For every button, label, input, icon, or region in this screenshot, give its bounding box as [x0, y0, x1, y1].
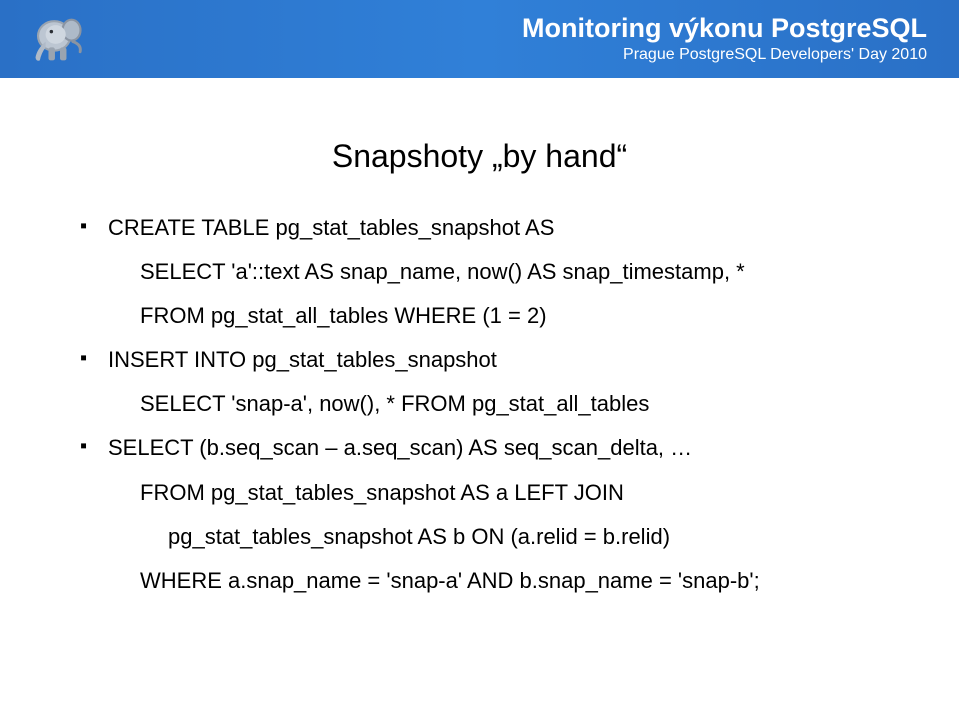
slide-title: Snapshoty „by hand“	[80, 138, 879, 175]
bullet-item: SELECT (b.seq_scan – a.seq_scan) AS seq_…	[80, 431, 879, 465]
bullet-item: CREATE TABLE pg_stat_tables_snapshot AS	[80, 211, 879, 245]
bullet-list: INSERT INTO pg_stat_tables_snapshot	[80, 343, 879, 377]
bullet-list: SELECT (b.seq_scan – a.seq_scan) AS seq_…	[80, 431, 879, 465]
sub-line: SELECT 'a'::text AS snap_name, now() AS …	[80, 255, 879, 289]
sub-line: FROM pg_stat_all_tables WHERE (1 = 2)	[80, 299, 879, 333]
bullet-text: CREATE TABLE pg_stat_tables_snapshot AS	[108, 215, 554, 240]
elephant-logo-icon	[24, 10, 96, 68]
bullet-list: CREATE TABLE pg_stat_tables_snapshot AS	[80, 211, 879, 245]
header-title: Monitoring výkonu PostgreSQL	[522, 12, 927, 44]
sub-line: FROM pg_stat_tables_snapshot AS a LEFT J…	[80, 476, 879, 510]
bullet-text: INSERT INTO pg_stat_tables_snapshot	[108, 347, 497, 372]
bullet-item: INSERT INTO pg_stat_tables_snapshot	[80, 343, 879, 377]
sub-line: pg_stat_tables_snapshot AS b ON (a.relid…	[80, 520, 879, 554]
header-text-block: Monitoring výkonu PostgreSQL Prague Post…	[522, 12, 935, 65]
sub-line: SELECT 'snap-a', now(), * FROM pg_stat_a…	[80, 387, 879, 421]
bullet-text: SELECT (b.seq_scan – a.seq_scan) AS seq_…	[108, 435, 692, 460]
header-subtitle: Prague PostgreSQL Developers' Day 2010	[522, 45, 927, 66]
sub-line: WHERE a.snap_name = 'snap-a' AND b.snap_…	[80, 564, 879, 598]
header-bar: Monitoring výkonu PostgreSQL Prague Post…	[0, 0, 959, 78]
slide-content: Snapshoty „by hand“ CREATE TABLE pg_stat…	[0, 78, 959, 648]
